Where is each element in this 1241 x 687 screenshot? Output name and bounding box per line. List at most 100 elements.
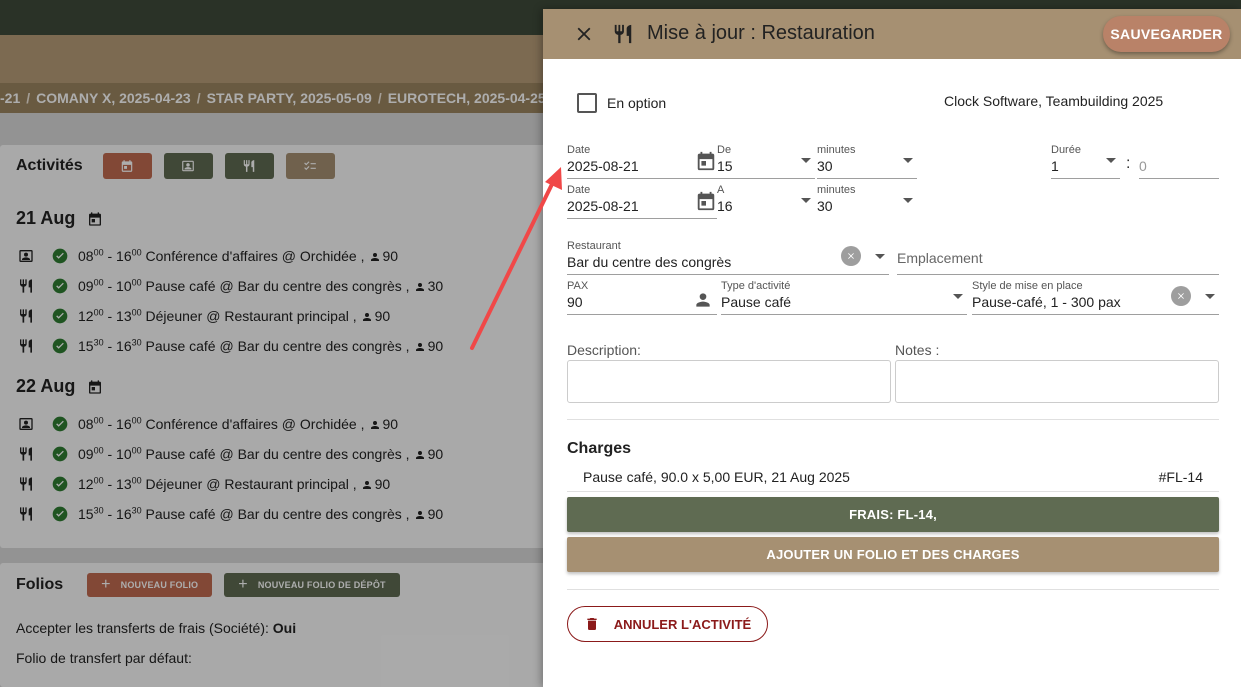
activity-row[interactable]: 0800 - 1600 Conférence d'affaires @ Orch…: [16, 415, 398, 433]
breadcrumb-separator: /: [26, 90, 31, 106]
chevron-down-icon: [801, 198, 811, 203]
close-icon: [577, 27, 591, 41]
fork-knife-icon: [612, 22, 634, 46]
restaurant-select[interactable]: Restaurant Bar du centre des congrès: [567, 240, 889, 275]
close-button[interactable]: [573, 23, 595, 45]
fork-knife-icon: [16, 337, 36, 355]
start-date-field[interactable]: Date 2025-08-21: [567, 144, 717, 179]
calendar-icon[interactable]: [695, 150, 717, 172]
pax-input[interactable]: PAX 90: [567, 280, 717, 315]
add-task-button[interactable]: [285, 153, 335, 179]
chevron-down-icon: [903, 158, 913, 163]
trash-icon: [587, 618, 597, 630]
activity-row[interactable]: 0900 - 1000 Pause café @ Bar du centre d…: [16, 277, 443, 295]
check-circle-icon: [52, 338, 68, 354]
notes-label: Notes :: [895, 342, 940, 358]
activity-type-value: Pause café: [721, 294, 792, 310]
restaurant-value: Bar du centre des congrès: [567, 254, 732, 270]
clear-icon[interactable]: [1171, 286, 1191, 306]
location-input[interactable]: Emplacement: [897, 240, 1219, 275]
save-button[interactable]: SAUVEGARDER: [1103, 16, 1230, 52]
breadcrumb-item[interactable]: -21: [0, 90, 20, 106]
presentation-icon: [16, 247, 36, 265]
activity-row[interactable]: 1200 - 1300 Déjeuner @ Restaurant princi…: [16, 307, 390, 325]
new-folio-button[interactable]: + NOUVEAU FOLIO: [87, 573, 213, 597]
new-deposit-folio-button[interactable]: + NOUVEAU FOLIO DE DÉPÔT: [224, 573, 400, 597]
setup-style-label: Style de mise en place: [972, 280, 1083, 292]
activity-row[interactable]: 0900 - 1000 Pause café @ Bar du centre d…: [16, 445, 443, 463]
add-folio-charges-button[interactable]: AJOUTER UN FOLIO ET DES CHARGES: [567, 537, 1219, 572]
fees-folio-button[interactable]: FRAIS: FL-14,: [567, 497, 1219, 532]
activities-title: Activités: [16, 157, 83, 174]
calendar-icon: [121, 160, 133, 172]
charge-row[interactable]: Pause café, 90.0 x 5,00 EUR, 21 Aug 2025…: [567, 466, 1219, 492]
presentation-icon: [16, 415, 36, 433]
client-name: Clock Software, Teambuilding 2025: [944, 93, 1164, 109]
check-circle-icon: [52, 446, 68, 462]
folios-header: Folios + NOUVEAU FOLIO + NOUVEAU FOLIO D…: [16, 573, 400, 597]
accept-transfers-label: Accepter les transferts de frais (Sociét…: [16, 620, 269, 636]
plus-icon: +: [101, 576, 111, 593]
duration-hours-select[interactable]: Durée 1: [1051, 144, 1120, 179]
cancel-activity-button[interactable]: ANNULER L'ACTIVITÉ: [567, 606, 768, 642]
chevron-down-icon: [903, 198, 913, 203]
option-checkbox-row[interactable]: En option: [577, 93, 666, 113]
cancel-activity-label: ANNULER L'ACTIVITÉ: [613, 616, 752, 632]
activity-description: Pause café @ Bar du centre des congrès ,: [145, 506, 410, 522]
chevron-down-icon: [1205, 294, 1215, 299]
fork-knife-icon: [243, 160, 255, 172]
calendar-icon[interactable]: [87, 211, 103, 227]
breadcrumb-item[interactable]: EUROTECH, 2025-04-25: [388, 90, 546, 106]
pax-value: 90: [567, 294, 583, 310]
activity-time: 0900 - 1000: [78, 445, 142, 462]
calendar-icon[interactable]: [695, 190, 717, 212]
location-placeholder: Emplacement: [897, 250, 983, 266]
activity-row[interactable]: 0800 - 1600 Conférence d'affaires @ Orch…: [16, 247, 398, 265]
add-restaurant-button[interactable]: [224, 153, 274, 179]
start-hour-value: 15: [717, 158, 733, 174]
activity-row[interactable]: 1530 - 1630 Pause café @ Bar du centre d…: [16, 337, 443, 355]
add-meeting-button[interactable]: [163, 153, 213, 179]
start-date-label: Date: [567, 144, 591, 156]
activity-time: 0900 - 1000: [78, 277, 142, 294]
activity-pax: 90: [427, 338, 444, 354]
breadcrumb-item[interactable]: COMANY X, 2025-04-23: [36, 90, 191, 106]
person-icon: [414, 448, 426, 460]
folios-title: Folios: [16, 576, 64, 593]
person-icon: [361, 478, 373, 490]
fork-knife-icon: [16, 475, 36, 493]
activity-row[interactable]: 1530 - 1630 Pause café @ Bar du centre d…: [16, 505, 443, 523]
drawer-title: Mise à jour : Restauration: [647, 22, 875, 44]
check-circle-icon: [52, 476, 68, 492]
description-textarea[interactable]: [567, 360, 891, 403]
start-hour-select[interactable]: De 15: [717, 144, 815, 179]
activity-time: 0800 - 1600: [78, 415, 142, 432]
person-icon: [369, 250, 381, 262]
notes-textarea[interactable]: [895, 360, 1219, 403]
duration-minutes-input[interactable]: 0: [1139, 144, 1219, 179]
end-hour-select[interactable]: A 16: [717, 184, 815, 219]
person-icon: [693, 290, 713, 310]
activity-time: 1530 - 1630: [78, 337, 142, 354]
end-date-field[interactable]: Date 2025-08-21: [567, 184, 717, 219]
activity-row[interactable]: 1200 - 1300 Déjeuner @ Restaurant princi…: [16, 475, 390, 493]
add-calendar-button[interactable]: [102, 153, 152, 179]
activity-pax: 90: [382, 416, 399, 432]
charge-folio-ref[interactable]: #FL-14: [1159, 469, 1203, 485]
end-minutes-select[interactable]: minutes 30: [817, 184, 917, 219]
setup-style-select[interactable]: Style de mise en place Pause-café, 1 - 3…: [972, 280, 1219, 315]
breadcrumb-item[interactable]: STAR PARTY, 2025-05-09: [207, 90, 372, 106]
charges-title: Charges: [567, 440, 632, 457]
start-minutes-select[interactable]: minutes 30: [817, 144, 917, 179]
start-minutes-value: 30: [817, 158, 833, 174]
divider: [567, 419, 1219, 420]
clear-icon[interactable]: [841, 246, 861, 266]
charge-description: Pause café, 90.0 x 5,00 EUR, 21 Aug 2025: [583, 469, 850, 485]
calendar-icon[interactable]: [87, 379, 103, 395]
activity-description: Conférence d'affaires @ Orchidée ,: [145, 416, 365, 432]
option-checkbox[interactable]: [577, 93, 597, 113]
activity-type-select[interactable]: Type d'activité Pause café: [721, 280, 967, 315]
duration-minutes-placeholder: 0: [1139, 158, 1147, 174]
fork-knife-icon: [16, 505, 36, 523]
activity-description: Déjeuner @ Restaurant principal ,: [145, 476, 357, 492]
